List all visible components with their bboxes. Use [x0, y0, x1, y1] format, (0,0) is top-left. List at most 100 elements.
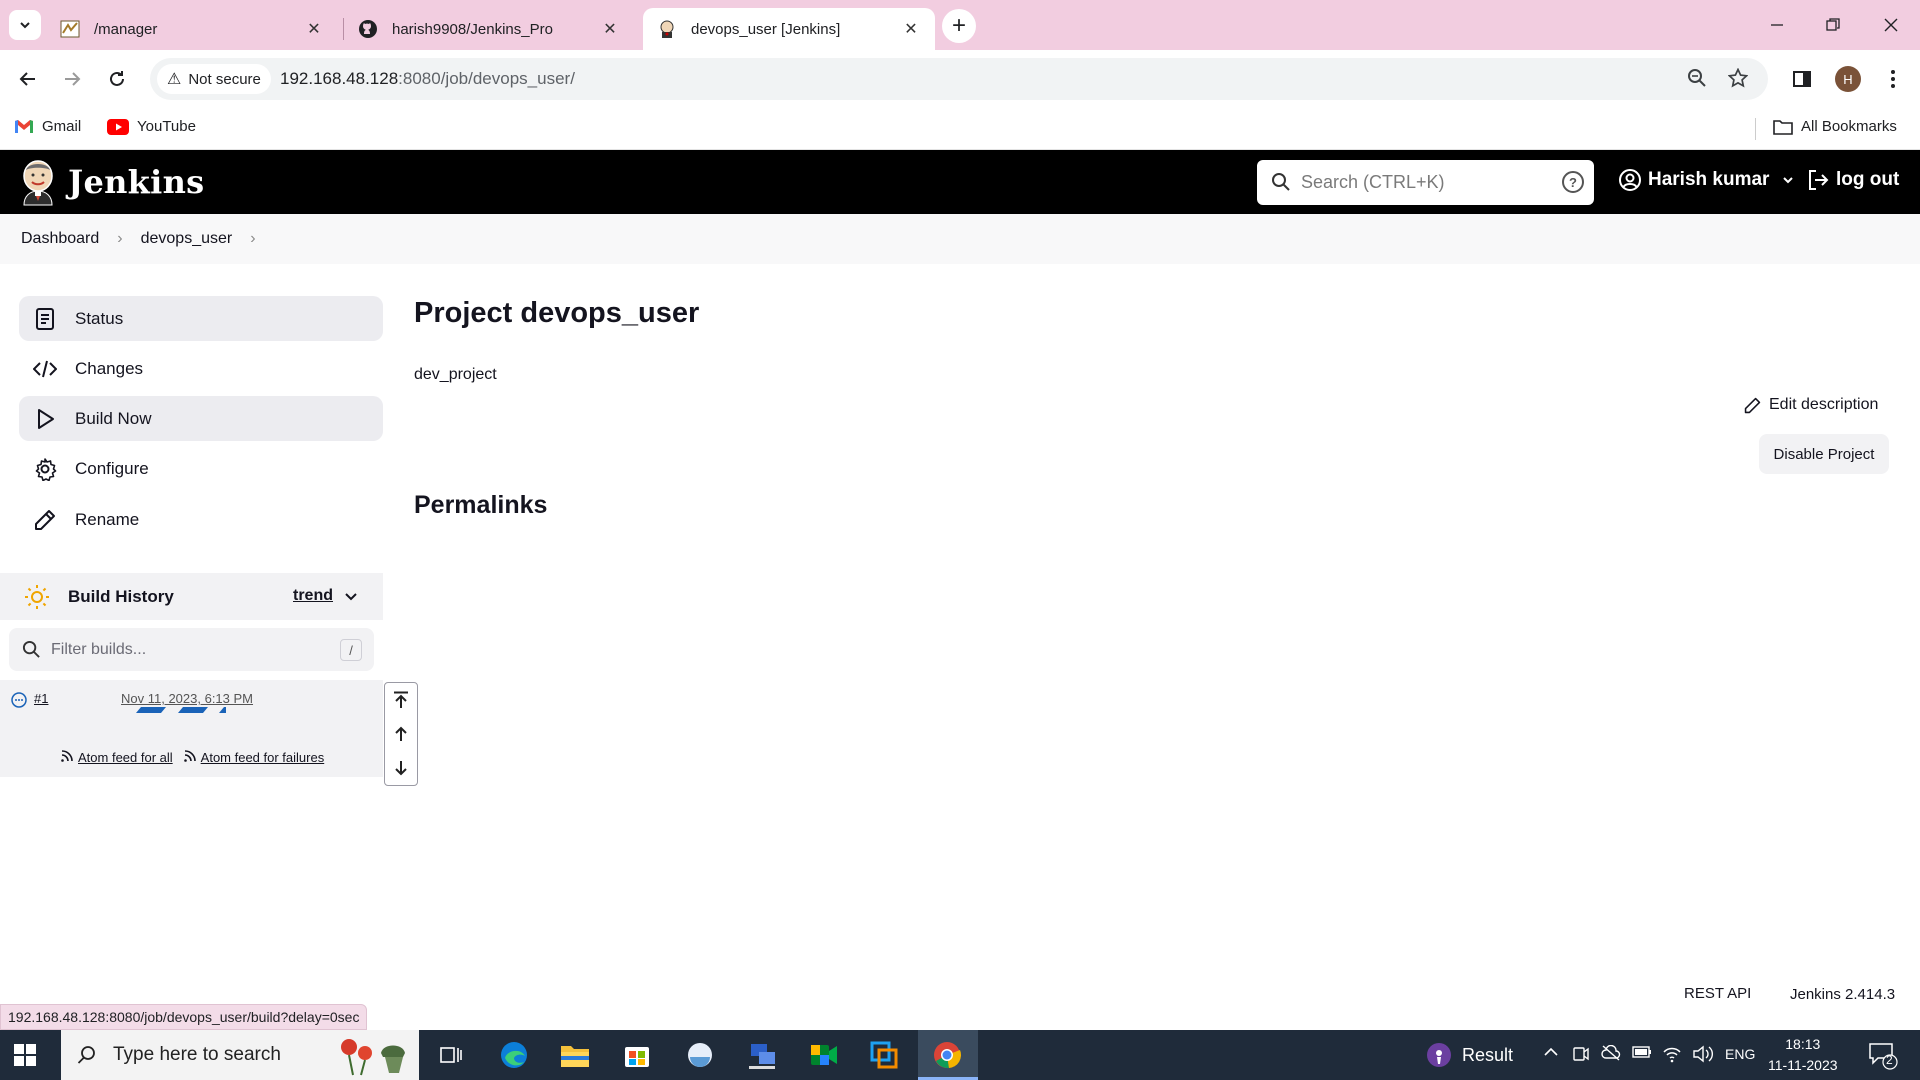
- search-icon: [77, 1045, 97, 1065]
- app-icon-blue[interactable]: [683, 1038, 717, 1072]
- restore-button[interactable]: [1813, 8, 1853, 42]
- side-item-configure[interactable]: Configure: [19, 446, 383, 491]
- user-menu[interactable]: Harish kumar: [1618, 168, 1795, 192]
- back-button[interactable]: [11, 62, 45, 96]
- help-icon[interactable]: ?: [1562, 171, 1584, 193]
- new-tab-button[interactable]: +: [942, 9, 976, 43]
- chevron-right-icon[interactable]: ›: [250, 230, 255, 248]
- browser-tab-jenkins[interactable]: devops_user [Jenkins] ✕: [643, 8, 935, 50]
- result-widget[interactable]: Result: [1426, 1042, 1513, 1068]
- minimize-button[interactable]: [1757, 8, 1797, 42]
- side-item-rename[interactable]: Rename: [19, 497, 383, 542]
- chevron-right-icon: ›: [117, 230, 123, 247]
- close-tab-icon[interactable]: ✕: [304, 19, 324, 39]
- jenkins-home-link[interactable]: Jenkins: [18, 158, 204, 206]
- rest-api-link[interactable]: REST API: [1684, 985, 1751, 1002]
- close-tab-icon[interactable]: ✕: [901, 19, 921, 39]
- jenkins-search-box[interactable]: ?: [1257, 160, 1594, 205]
- clock-date: 11-11-2023: [1768, 1057, 1838, 1073]
- language-indicator[interactable]: ENG: [1725, 1046, 1755, 1062]
- side-item-build-now[interactable]: Build Now: [19, 396, 383, 441]
- browser-menu-button[interactable]: [1878, 64, 1908, 94]
- vmware-icon[interactable]: [867, 1038, 901, 1072]
- atom-feed-all-link[interactable]: Atom feed for all: [78, 750, 173, 765]
- windows-start-icon[interactable]: [14, 1044, 36, 1071]
- bookmarks-divider: [1755, 118, 1756, 140]
- battery-icon[interactable]: [1632, 1045, 1652, 1064]
- in-progress-status-icon: [11, 692, 27, 713]
- jenkins-logo-icon: [23, 160, 53, 206]
- browser-toolbar: ⚠ Not secure 192.168.48.128:8080/job/dev…: [0, 50, 1920, 108]
- bookmark-youtube[interactable]: YouTube: [107, 118, 196, 135]
- jenkins-version-link[interactable]: Jenkins 2.414.3: [1790, 986, 1895, 1003]
- disable-project-button[interactable]: Disable Project: [1759, 434, 1889, 474]
- filter-builds-box[interactable]: /: [9, 628, 374, 671]
- atom-feed-failures-link[interactable]: Atom feed for failures: [201, 750, 325, 765]
- more-vert-icon: [1891, 70, 1895, 88]
- browser-tab-manager[interactable]: /manager ✕: [46, 8, 338, 50]
- build-date-link[interactable]: Nov 11, 2023, 6:13 PM: [121, 691, 253, 706]
- all-bookmarks-label: All Bookmarks: [1801, 118, 1897, 135]
- filter-builds-input[interactable]: [51, 638, 331, 662]
- search-icon: [1271, 172, 1291, 197]
- side-item-label: Build Now: [75, 408, 152, 428]
- profile-button[interactable]: H: [1833, 64, 1863, 94]
- pencil-icon: [33, 508, 57, 532]
- jenkins-brand-text: Jenkins: [68, 163, 205, 201]
- site-security-chip[interactable]: ⚠ Not secure: [157, 64, 271, 94]
- browser-tab-github[interactable]: harish9908/Jenkins_Pro ✕: [344, 8, 634, 50]
- jenkins-header: Jenkins ? Harish kumar log out: [0, 150, 1920, 214]
- jenkins-favicon-icon: [657, 19, 677, 39]
- close-window-button[interactable]: [1871, 8, 1911, 42]
- url-text[interactable]: 192.168.48.128:8080/job/devops_user/: [280, 69, 575, 89]
- bookmark-gmail[interactable]: Gmail: [14, 118, 81, 135]
- remote-desktop-icon[interactable]: [745, 1038, 779, 1072]
- volume-icon[interactable]: [1692, 1045, 1714, 1068]
- cloud-offline-icon[interactable]: [1601, 1044, 1621, 1066]
- scroll-controls: [384, 682, 418, 786]
- all-bookmarks-button[interactable]: All Bookmarks: [1773, 118, 1897, 135]
- reload-button[interactable]: [100, 62, 134, 96]
- project-description: dev_project: [414, 366, 497, 383]
- chevron-up-icon[interactable]: [1543, 1045, 1559, 1064]
- notification-center-icon[interactable]: 2: [1868, 1040, 1898, 1075]
- meet-now-icon[interactable]: [1573, 1045, 1589, 1068]
- user-icon: [1619, 169, 1641, 191]
- scroll-to-top-icon[interactable]: [385, 683, 417, 717]
- close-tab-icon[interactable]: ✕: [600, 19, 620, 39]
- link-hover-status-url: 192.168.48.128:8080/job/devops_user/buil…: [0, 1004, 368, 1030]
- task-view-icon[interactable]: [434, 1038, 468, 1072]
- forward-button[interactable]: [55, 62, 89, 96]
- taskbar-search-box[interactable]: Type here to search: [61, 1030, 419, 1080]
- logout-link[interactable]: log out: [1806, 168, 1899, 192]
- address-bar[interactable]: ⚠ Not secure 192.168.48.128:8080/job/dev…: [150, 58, 1768, 100]
- scroll-up-icon[interactable]: [385, 717, 417, 751]
- github-icon: [358, 19, 378, 39]
- zoom-icon[interactable]: [1687, 68, 1707, 94]
- scroll-down-icon[interactable]: [385, 751, 417, 785]
- chrome-icon[interactable]: [930, 1038, 964, 1072]
- chevron-down-icon[interactable]: [343, 589, 359, 610]
- warning-icon: ⚠: [167, 71, 182, 88]
- edit-description-link[interactable]: Edit description: [1744, 396, 1878, 414]
- microsoft-store-icon[interactable]: [620, 1038, 654, 1072]
- podcast-icon: [1427, 1043, 1451, 1067]
- tomcat-favicon-icon: [60, 19, 80, 39]
- side-panel-icon[interactable]: [1787, 64, 1817, 94]
- breadcrumb-devops-user[interactable]: devops_user: [141, 230, 233, 248]
- avatar: H: [1835, 66, 1861, 92]
- wifi-icon[interactable]: [1662, 1045, 1682, 1068]
- meet-icon[interactable]: [807, 1038, 841, 1072]
- side-item-changes[interactable]: Changes: [19, 346, 383, 391]
- tab-search-button[interactable]: [9, 10, 41, 40]
- search-input[interactable]: [1301, 168, 1551, 196]
- bookmark-star-icon[interactable]: [1727, 67, 1749, 94]
- trend-link[interactable]: trend: [293, 587, 333, 605]
- edge-icon[interactable]: [497, 1038, 531, 1072]
- build-number-link[interactable]: #1: [34, 691, 48, 706]
- breadcrumb-dashboard[interactable]: Dashboard: [21, 230, 99, 248]
- side-item-status[interactable]: Status: [19, 296, 383, 341]
- taskbar-clock[interactable]: 18:13 11-11-2023: [1768, 1034, 1838, 1076]
- url-path: :8080/job/devops_user/: [398, 69, 575, 88]
- file-explorer-icon[interactable]: [558, 1038, 592, 1072]
